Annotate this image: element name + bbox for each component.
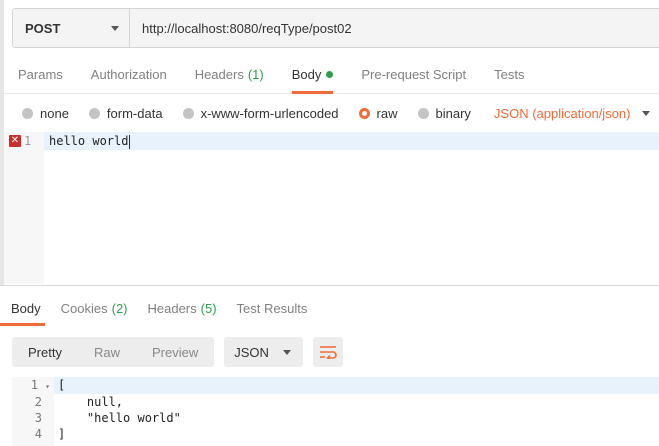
tab-authorization[interactable]: Authorization [77, 56, 181, 93]
method-select[interactable]: POST [13, 9, 130, 47]
line-number: 1 ▾ [30, 378, 50, 392]
body-type-options: none form-data x-www-form-urlencoded raw… [22, 104, 651, 122]
tab-test-results[interactable]: Test Results [227, 290, 318, 326]
line-text: "hello world" [58, 411, 181, 425]
radio-label: none [40, 105, 69, 121]
method-label: POST [25, 20, 61, 36]
response-line: 3 "hello world" [12, 411, 659, 427]
response-line: 1 ▾ [ [12, 378, 659, 394]
text-cursor [129, 134, 131, 149]
url-input[interactable]: http://localhost:8080/reqType/post02 [130, 21, 352, 36]
tab-label: Tests [494, 67, 525, 82]
tab-params[interactable]: Params [4, 56, 77, 93]
error-icon: ✕ [9, 135, 21, 147]
radio-circle-icon [417, 107, 429, 119]
tab-tests[interactable]: Tests [480, 56, 538, 93]
fold-arrow-icon[interactable]: ▾ [45, 382, 50, 391]
line-number: 3 [34, 411, 42, 425]
body-active-dot-icon [326, 71, 334, 78]
radio-checked-icon [358, 107, 370, 119]
line-number: 1 [24, 134, 32, 148]
radio-x-www-form-urlencoded[interactable]: x-www-form-urlencoded [182, 105, 339, 121]
request-bar: POST http://localhost:8080/reqType/post0… [12, 8, 659, 48]
radio-circle-icon [22, 107, 33, 119]
tab-label: Body [11, 300, 41, 316]
radio-binary[interactable]: binary [417, 105, 471, 121]
format-select[interactable]: JSON [224, 337, 303, 367]
tab-label: Params [18, 67, 63, 82]
response-line: 2 null, [12, 395, 659, 411]
view-mode-group: Pretty Raw Preview [12, 337, 215, 367]
content-type-label: JSON (application/json) [493, 105, 631, 121]
tab-cookies[interactable]: Cookies (2) [51, 290, 138, 326]
cookies-count: (2) [111, 300, 128, 316]
tab-label: Authorization [90, 67, 167, 82]
tab-label: Pre-request Script [361, 67, 467, 82]
tab-body[interactable]: Body [278, 56, 348, 94]
radio-circle-icon [182, 107, 194, 119]
tab-pre-request-script[interactable]: Pre-request Script [347, 56, 480, 93]
wrap-lines-icon [319, 346, 337, 359]
pane-divider[interactable] [0, 285, 659, 286]
headers-count: (1) [247, 67, 264, 82]
response-body-viewer[interactable]: 1 ▾ [ 2 null, 3 "hello world" 4 ] [12, 377, 659, 446]
line-number: 2 [34, 395, 42, 409]
radio-label: binary [435, 105, 471, 121]
radio-label: raw [376, 105, 398, 121]
line-number: 4 [34, 427, 42, 441]
tab-label: Body [291, 67, 322, 82]
radio-none[interactable]: none [22, 106, 69, 121]
tab-response-body[interactable]: Body [0, 290, 51, 326]
tab-label: Headers [147, 300, 197, 316]
wrap-lines-button[interactable] [312, 337, 343, 367]
format-label: JSON [234, 344, 269, 360]
chevron-down-icon [282, 349, 291, 355]
active-line-highlight [44, 132, 659, 150]
raw-button[interactable]: Raw [78, 337, 136, 367]
tab-label: Test Results [236, 300, 308, 316]
response-tabs: Body Cookies (2) Headers (5) Test Results [0, 290, 317, 326]
line-text: null, [58, 395, 124, 409]
content-type-select[interactable]: JSON (application/json) [494, 106, 651, 121]
radio-raw[interactable]: raw [358, 105, 398, 121]
radio-label: x-www-form-urlencoded [200, 105, 339, 121]
radio-circle-icon [88, 107, 100, 119]
editor-gutter [4, 132, 44, 284]
tab-label: Cookies [60, 300, 108, 316]
editor-text: hello world [49, 134, 129, 148]
pretty-button[interactable]: Pretty [12, 337, 78, 367]
response-headers-count: (5) [200, 300, 217, 316]
request-tabs: Params Authorization Headers (1) Body Pre… [4, 56, 659, 94]
tab-response-headers[interactable]: Headers (5) [138, 290, 227, 326]
radio-form-data[interactable]: form-data [88, 105, 163, 121]
radio-label: form-data [106, 105, 163, 121]
response-line: 4 ] [12, 427, 659, 443]
preview-button[interactable]: Preview [136, 337, 214, 367]
request-body-editor[interactable]: ✕ 1 hello world [4, 132, 659, 284]
chevron-down-icon [111, 25, 119, 31]
chevron-down-icon [642, 110, 651, 116]
editor-line[interactable]: hello world [49, 134, 131, 149]
response-toolbar: Pretty Raw Preview JSON [12, 337, 343, 367]
line-text: [ [58, 378, 66, 392]
tab-headers[interactable]: Headers (1) [181, 56, 278, 93]
line-text: ] [58, 427, 66, 441]
tab-label: Headers [194, 67, 244, 82]
